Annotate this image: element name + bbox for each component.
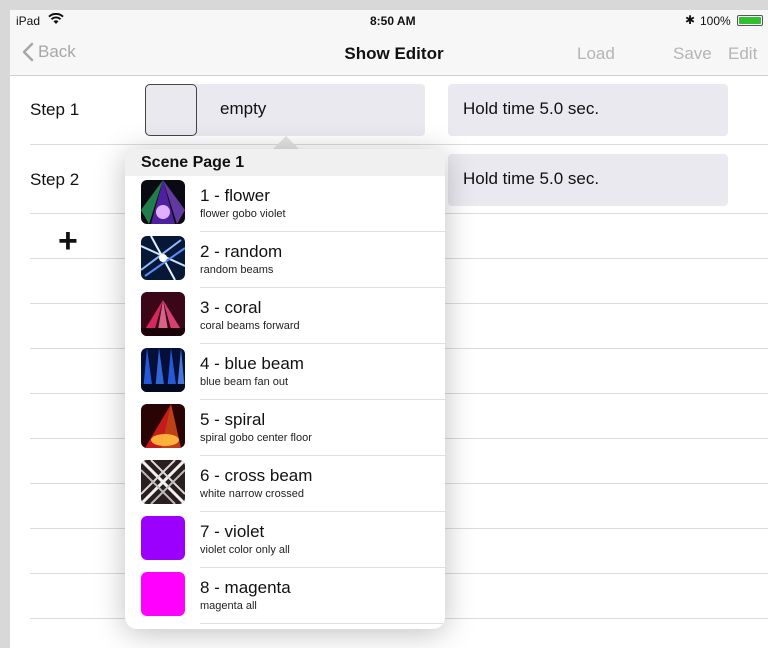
scene-name: 2 - random — [200, 242, 283, 261]
scene-name: 4 - blue beam — [200, 354, 304, 373]
scene-name: 7 - violet — [200, 522, 265, 541]
scene-item[interactable]: 6 - cross beam white narrow crossed — [125, 456, 445, 512]
popover-arrow — [272, 136, 300, 150]
page-title: Show Editor — [344, 44, 444, 63]
step-label: Step 1 — [30, 100, 80, 119]
scene-selector[interactable]: empty — [145, 84, 425, 136]
scene-item[interactable]: 7 - violet violet color only all — [125, 512, 445, 568]
scene-item[interactable]: 2 - random random beams — [125, 232, 445, 288]
scene-item[interactable]: 4 - blue beam blue beam fan out — [125, 344, 445, 400]
scene-description: flower gobo violet — [200, 208, 286, 220]
step-label: Step 2 — [30, 170, 80, 189]
coral-beams-icon — [141, 292, 185, 336]
add-step-button[interactable]: + — [58, 224, 78, 258]
hold-time-label: Hold time 5.0 sec. — [463, 169, 600, 188]
load-button[interactable]: Load — [577, 44, 615, 64]
battery-icon — [737, 15, 763, 26]
spiral-icon — [141, 404, 185, 448]
navigation-bar: Back Show Editor Load Save Edit — [10, 32, 768, 76]
scene-picker-popover: Scene Page 1 1 - flower flower gobo viol… — [125, 149, 445, 629]
scene-description: spiral gobo center floor — [200, 432, 312, 444]
scene-description: white narrow crossed — [200, 488, 304, 500]
wifi-icon — [48, 12, 64, 28]
clock: 8:50 AM — [370, 14, 416, 28]
status-bar: iPad 8:50 AM ✱ 100% — [10, 10, 768, 32]
scene-item[interactable]: 1 - flower flower gobo violet — [125, 176, 445, 232]
magenta-swatch-icon — [141, 572, 185, 616]
scene-thumbnail — [145, 84, 197, 136]
scene-item[interactable]: 3 - coral coral beams forward — [125, 288, 445, 344]
hold-time-field[interactable]: Hold time 5.0 sec. — [448, 84, 728, 136]
carrier-label: iPad — [16, 14, 41, 28]
popover-title: Scene Page 1 — [125, 149, 445, 176]
scene-description: coral beams forward — [200, 320, 300, 332]
save-button[interactable]: Save — [673, 44, 712, 64]
flower-icon — [141, 180, 185, 224]
scene-description: blue beam fan out — [200, 376, 289, 388]
bluetooth-icon: ✱ — [685, 13, 696, 27]
battery-percent: 100% — [700, 14, 731, 28]
scene-name: 1 - flower — [200, 186, 270, 205]
scene-label: empty — [220, 99, 267, 118]
scene-description: magenta all — [200, 600, 257, 612]
violet-swatch-icon — [141, 516, 185, 560]
scene-name: 8 - magenta — [200, 578, 291, 597]
hold-time-label: Hold time 5.0 sec. — [463, 99, 600, 118]
scene-item[interactable]: 8 - magenta magenta all — [125, 568, 445, 624]
scene-item[interactable]: 5 - spiral spiral gobo center floor — [125, 400, 445, 456]
ipad-screen: iPad 8:50 AM ✱ 100% Back Show Editor Loa… — [10, 10, 768, 648]
scene-name: 3 - coral — [200, 298, 262, 317]
row-divider — [30, 144, 768, 145]
item-divider — [200, 623, 445, 624]
cross-beam-icon — [141, 460, 185, 504]
scene-description: random beams — [200, 264, 274, 276]
scene-name: 5 - spiral — [200, 410, 266, 429]
random-beams-icon — [141, 236, 185, 280]
edit-button[interactable]: Edit — [728, 44, 757, 64]
hold-time-field[interactable]: Hold time 5.0 sec. — [448, 154, 728, 206]
blue-beam-icon — [141, 348, 185, 392]
scene-name: 6 - cross beam — [200, 466, 313, 485]
scene-description: violet color only all — [200, 544, 290, 556]
